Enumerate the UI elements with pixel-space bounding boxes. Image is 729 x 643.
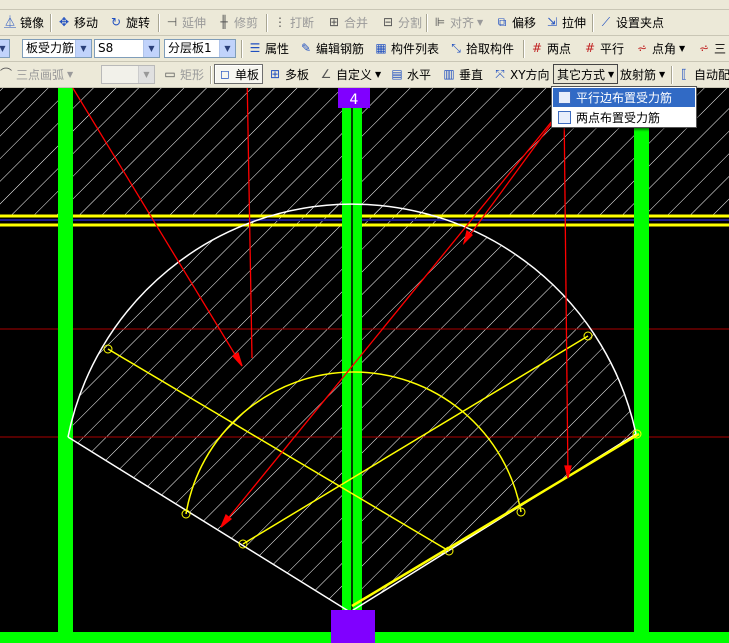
single-board-icon: ◻ <box>220 67 230 81</box>
radial-rebar-button[interactable]: 放射筋 ▼ <box>617 64 668 84</box>
auto-config-icon: ⟦ <box>681 67 687 81</box>
column-marker-bottom <box>331 610 375 643</box>
grip-icon: ⟋ <box>601 15 611 29</box>
list-icon: ▦ <box>375 41 387 55</box>
auto-config-button[interactable]: ⟦ 自动配 <box>674 64 729 84</box>
three-point-arc-button[interactable]: ⌒ 三点画弧 ▼ <box>0 64 76 84</box>
break-icon: ⋮ <box>274 15 286 29</box>
set-grip-button[interactable]: ⟋ 设置夹点 <box>596 12 667 32</box>
toolbar-separator <box>210 66 212 84</box>
two-points-icon: # <box>531 41 543 55</box>
edit-toolbar: ⏅ 镜像 ✥ 移动 ↻ 旋转 ⊣ 延伸 ╫ 修剪 ⋮ 打断 ⊞ 合并 ⊟ 分割 ⊫ 对齐 ▼ ⧉ 偏移… <box>0 10 729 36</box>
arc-icon: ⌒ <box>0 67 12 81</box>
green-beam-right <box>634 88 649 643</box>
align-icon: ⊫ <box>434 15 446 29</box>
pick-icon: ⤡ <box>451 41 461 55</box>
mirror-button[interactable]: ⏅ 镜像 <box>0 12 47 32</box>
three-icon: ⩫ <box>698 41 710 55</box>
rotate-button[interactable]: ↻ 旋转 <box>106 12 153 32</box>
point-angle-button[interactable]: ⩫ 点角 ▼ <box>632 38 688 58</box>
trim-icon: ╫ <box>220 15 228 29</box>
truncated-toolbar-strip <box>0 0 729 10</box>
drawing-canvas[interactable]: 4 <box>0 88 729 643</box>
properties-button[interactable]: ☰ 属性 <box>245 38 292 58</box>
chevron-down-icon: ▼ <box>375 69 382 79</box>
align-button[interactable]: ⊫ 对齐 ▼ <box>430 12 486 32</box>
rectangle-icon: ▭ <box>164 67 176 81</box>
rotate-icon: ↻ <box>110 15 122 29</box>
merge-button[interactable]: ⊞ 合并 <box>324 12 371 32</box>
toolbar-separator <box>50 14 52 32</box>
xy-direction-button[interactable]: ⤧ XY方向 <box>490 64 553 84</box>
properties-icon: ☰ <box>249 41 261 55</box>
layer-combo[interactable]: 分层板1 ▼ <box>164 39 236 58</box>
chevron-down-icon: ▼ <box>0 40 9 57</box>
multi-board-button[interactable]: ⊞ 多板 <box>265 64 312 84</box>
toolbar-separator <box>592 14 594 32</box>
chevron-down-icon: ▼ <box>67 69 74 79</box>
pick-component-button[interactable]: ⤡ 拾取构件 <box>446 38 517 58</box>
menu-item-parallel-edge-rebar[interactable]: 平行边布置受力筋 <box>553 88 695 107</box>
extend-icon: ⊣ <box>166 15 178 29</box>
trim-button[interactable]: ╫ 修剪 <box>214 12 261 32</box>
toolbar-separator <box>158 14 160 32</box>
break-button[interactable]: ⋮ 打断 <box>270 12 317 32</box>
parallel-icon: # <box>584 41 596 55</box>
stretch-icon: ⇲ <box>546 15 558 29</box>
disabled-combo[interactable]: ▼ <box>101 65 155 84</box>
merge-icon: ⊞ <box>328 15 340 29</box>
draw-toolbar: ⌒ 三点画弧 ▼ ▼ ▭ 矩形 ◻ 单板 ⊞ 多板 ∠ 自定义 ▼ ▤ 水平 ▥ 垂直 ⤧ XY方向… <box>0 62 729 88</box>
edit-rebar-button[interactable]: ✎ 编辑钢筋 <box>296 38 367 58</box>
collapsed-combo[interactable]: ▼ <box>0 39 10 58</box>
toolbar-separator <box>671 66 673 84</box>
three-button[interactable]: ⩫ 三 <box>694 38 729 58</box>
toolbar-separator <box>426 14 428 32</box>
offset-icon: ⧉ <box>497 15 507 29</box>
horizontal-button[interactable]: ▤ 水平 <box>387 64 434 84</box>
chevron-down-icon: ▼ <box>138 66 154 83</box>
chevron-down-icon: ▼ <box>679 43 686 53</box>
xy-direction-icon: ⤧ <box>495 67 505 81</box>
chevron-down-icon: ▼ <box>659 69 666 79</box>
multi-board-icon: ⊞ <box>269 67 281 81</box>
toolbar-separator <box>266 14 268 32</box>
other-method-dropdown: 平行边布置受力筋 两点布置受力筋 <box>551 86 697 128</box>
component-toolbar: ▼ 板受力筋 ▼ S8 ▼ 分层板1 ▼ ☰ 属性 ✎ 编辑钢筋 ▦ 构件列表 ⤡ 拾取构件 … <box>0 36 729 62</box>
move-button[interactable]: ✥ 移动 <box>54 12 101 32</box>
vertical-icon: ▥ <box>443 67 455 81</box>
custom-icon: ∠ <box>320 67 332 81</box>
parallel-edge-icon <box>558 91 571 104</box>
two-point-icon <box>558 111 571 124</box>
rectangle-button[interactable]: ▭ 矩形 <box>160 64 207 84</box>
chevron-down-icon: ▼ <box>75 40 91 57</box>
vertical-button[interactable]: ▥ 垂直 <box>439 64 486 84</box>
component-list-button[interactable]: ▦ 构件列表 <box>371 38 442 58</box>
move-icon: ✥ <box>58 15 70 29</box>
chevron-down-icon: ▼ <box>219 40 235 57</box>
point-angle-icon: ⩫ <box>636 41 648 55</box>
chevron-down-icon: ▼ <box>143 40 159 57</box>
axis-number-label: 4 <box>350 92 359 108</box>
single-board-button[interactable]: ◻ 单板 <box>214 64 264 84</box>
toolbar-separator <box>241 40 243 58</box>
edit-rebar-icon: ✎ <box>300 41 312 55</box>
custom-button[interactable]: ∠ 自定义 ▼ <box>316 64 384 84</box>
other-method-button[interactable]: 其它方式 ▼ <box>553 64 619 84</box>
chevron-down-icon: ▼ <box>608 69 615 79</box>
horizontal-icon: ▤ <box>391 67 403 81</box>
mirror-icon: ⏅ <box>3 15 16 29</box>
component-type-combo[interactable]: 板受力筋 ▼ <box>22 39 92 58</box>
toolbar-separator <box>523 40 525 58</box>
offset-button[interactable]: ⧉ 偏移 <box>492 12 539 32</box>
chevron-down-icon: ▼ <box>477 17 484 27</box>
component-name-combo[interactable]: S8 ▼ <box>94 39 160 58</box>
split-icon: ⊟ <box>382 15 394 29</box>
menu-item-two-point-rebar[interactable]: 两点布置受力筋 <box>553 108 695 127</box>
two-points-button[interactable]: # 两点 <box>527 38 574 58</box>
split-button[interactable]: ⊟ 分割 <box>378 12 425 32</box>
extend-button[interactable]: ⊣ 延伸 <box>162 12 209 32</box>
green-beam-left <box>58 88 73 643</box>
stretch-button[interactable]: ⇲ 拉伸 <box>542 12 589 32</box>
parallel-button[interactable]: # 平行 <box>580 38 627 58</box>
